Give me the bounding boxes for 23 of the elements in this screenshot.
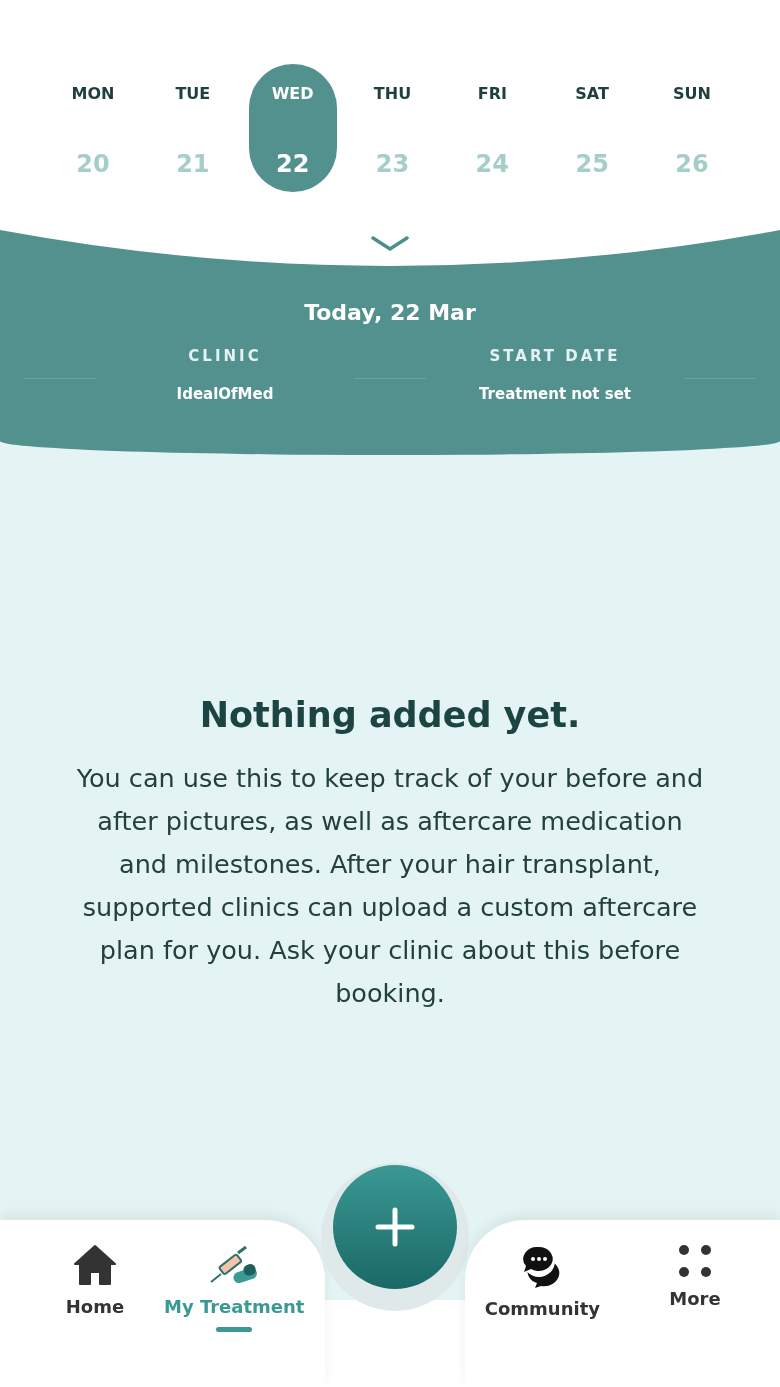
empty-title: Nothing added yet. — [199, 695, 581, 735]
active-indicator — [216, 1327, 253, 1332]
plus-icon — [375, 1207, 415, 1247]
four-dots-icon — [678, 1244, 712, 1278]
home-icon — [73, 1244, 117, 1286]
field-label: START DATE — [489, 347, 621, 365]
selected-day[interactable]: WED 22 — [248, 64, 337, 192]
nav-tab[interactable]: Home — [40, 1220, 150, 1387]
date-title: Today, 22 Mar — [304, 300, 476, 325]
day-item[interactable]: MON 20 — [49, 64, 137, 192]
day-item[interactable]: THU 23 — [348, 64, 437, 192]
field-label: CLINIC — [188, 347, 262, 365]
chevron-down-icon[interactable] — [371, 236, 409, 252]
field-value: IdealOfMed — [176, 385, 274, 403]
nav-tab[interactable]: Community — [484, 1220, 600, 1387]
syringe-pill-icon — [209, 1244, 260, 1286]
day-item[interactable]: TUE 21 — [148, 64, 237, 192]
day-item[interactable]: SAT 25 — [548, 64, 637, 192]
day-item[interactable]: FRI 24 — [448, 64, 537, 192]
nav-tab[interactable]: More — [640, 1220, 750, 1387]
field-value: Treatment not set — [479, 385, 631, 403]
empty-message: You can use this to keep track of your before and after pictures, as well as aftercare medication and milestones. After your hair transplant, supported clinics can upload a custom aftercare plan for you. Ask your clinic about this before booking. — [75, 762, 705, 1010]
day-item[interactable]: SUN 26 — [647, 64, 736, 192]
